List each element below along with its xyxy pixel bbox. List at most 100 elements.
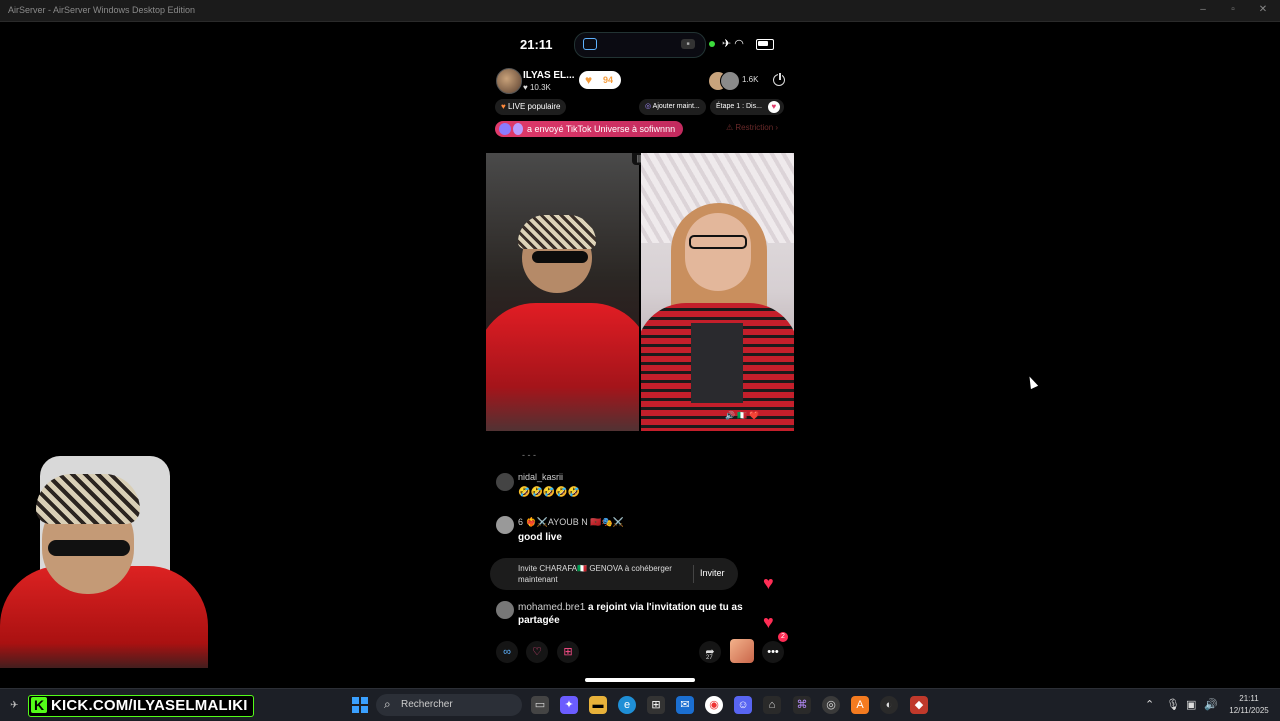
widget-icon[interactable]: ✈ bbox=[10, 700, 18, 711]
notification-badge: 2 bbox=[778, 632, 788, 642]
maximize-icon[interactable]: ▫ bbox=[1226, 3, 1240, 17]
media-app-icon[interactable]: ⌂ bbox=[763, 696, 781, 714]
minimize-icon[interactable]: – bbox=[1196, 3, 1210, 17]
invite-text: Invite CHARAFA🇮🇹 GENOVA à cohéberger mai… bbox=[518, 564, 672, 584]
add-now-label: Ajouter maint... bbox=[652, 103, 700, 110]
mouse-cursor-icon bbox=[1025, 374, 1039, 390]
viewers-group[interactable]: 1.6K bbox=[708, 71, 764, 91]
start-button[interactable] bbox=[352, 697, 368, 713]
floating-heart-icon: ♥ bbox=[763, 612, 774, 632]
streamer-hair bbox=[36, 474, 140, 524]
commenter-avatar[interactable] bbox=[496, 473, 514, 491]
phone-screen: 21:11 ■ ✈ ◠ ILYAS EL... ♥ 10.3K ♥ 94 1.6… bbox=[486, 22, 794, 688]
host-name[interactable]: ILYAS EL... bbox=[523, 70, 575, 81]
host-sunglasses bbox=[532, 251, 588, 263]
comment-username[interactable]: nidal_kasrii bbox=[518, 472, 563, 482]
cohost-icon[interactable]: ♡ bbox=[526, 641, 548, 663]
screen-mirror-icon bbox=[583, 38, 597, 50]
close-icon[interactable]: ✕ bbox=[1256, 3, 1270, 17]
window-title: AirServer - AirServer Windows Desktop Ed… bbox=[8, 5, 196, 15]
webcam-overlay bbox=[0, 456, 208, 668]
comment-message: 🤣🤣🤣🤣🤣 bbox=[518, 487, 581, 498]
task-view-icon[interactable]: ▭ bbox=[531, 696, 549, 714]
guest-top bbox=[691, 323, 743, 403]
gift-banner-text: a envoyé TikTok Universe à sofiwnnn bbox=[527, 124, 676, 134]
guest-face bbox=[685, 213, 751, 291]
streamlabs-icon[interactable]: A bbox=[851, 696, 869, 714]
fire-heart-icon: ♥ bbox=[501, 102, 506, 111]
app-icon[interactable]: ◐ bbox=[880, 696, 898, 714]
restriction-link[interactable]: ⚠ Restriction › bbox=[726, 123, 778, 132]
kick-logo-icon: K bbox=[31, 697, 47, 713]
windows-taskbar: ✈ K KICK.COM/ILYASELMALIKI ⌕ Rechercher … bbox=[0, 688, 1280, 721]
apps-grid-icon[interactable]: ⊞ bbox=[557, 641, 579, 663]
store-icon[interactable]: ⊞ bbox=[647, 696, 665, 714]
step-label: Étape 1 : Dis... bbox=[716, 103, 762, 110]
link-icon[interactable]: ∞ bbox=[496, 641, 518, 663]
join-username[interactable]: mohamed.bre1 bbox=[518, 602, 585, 613]
dynamic-island[interactable]: ■ bbox=[574, 32, 706, 58]
follow-count: 94 bbox=[603, 75, 614, 85]
edge-icon[interactable]: e bbox=[618, 696, 636, 714]
home-indicator[interactable] bbox=[585, 678, 695, 682]
comment-message: good live bbox=[518, 532, 562, 543]
kick-url: KICK.COM/ILYASELMALIKI bbox=[51, 697, 248, 714]
gift-icon: ♥ bbox=[767, 101, 780, 113]
end-live-icon[interactable] bbox=[773, 72, 785, 86]
kick-banner: K KICK.COM/ILYASELMALIKI bbox=[28, 695, 254, 717]
microphone-icon[interactable]: 🎙 bbox=[1166, 698, 1180, 711]
more-icon[interactable]: ••• bbox=[762, 641, 784, 663]
share-count: 27 bbox=[706, 655, 713, 661]
live-popular-pill[interactable]: ♥ LIVE populaire bbox=[495, 99, 567, 115]
volume-icon[interactable]: 🔊 bbox=[1204, 698, 1218, 711]
battery-icon bbox=[756, 39, 774, 50]
airplane-wifi-icon: ✈ ◠ bbox=[722, 38, 744, 50]
invite-button[interactable]: Inviter bbox=[700, 568, 725, 578]
status-time: 21:11 bbox=[520, 37, 553, 52]
comment-username[interactable]: 6 ❤️‍🔥⚔️AYOUB N 🇲🇦🎭⚔️ bbox=[518, 517, 624, 528]
camera-active-dot-icon bbox=[709, 41, 715, 47]
copilot-icon[interactable]: ✦ bbox=[560, 696, 578, 714]
taskbar-search[interactable]: ⌕ Rechercher bbox=[376, 694, 522, 716]
clock-date: 12/11/2025 bbox=[1229, 706, 1269, 715]
mail-icon[interactable]: ✉ bbox=[676, 696, 694, 714]
streamer-sunglasses bbox=[48, 540, 130, 556]
gifter-avatar bbox=[499, 123, 511, 135]
host-avatar[interactable] bbox=[496, 68, 522, 94]
gamepad-icon[interactable]: ⌘ bbox=[793, 696, 811, 714]
live-popular-label: LIVE populaire bbox=[507, 102, 561, 111]
airserver-icon[interactable]: ◆ bbox=[910, 696, 928, 714]
guest-mute-flag-icon[interactable]: 🔊 🇮🇹 ❤️ bbox=[725, 411, 759, 420]
discord-icon[interactable]: ☺ bbox=[734, 696, 752, 714]
search-icon: ⌕ bbox=[384, 697, 391, 711]
clock-time: 21:11 bbox=[1239, 694, 1259, 703]
camera-indicator-icon: ■ bbox=[681, 39, 695, 49]
taskbar-clock[interactable]: 21:11 12/11/2025 bbox=[1224, 693, 1274, 717]
commenter-avatar[interactable] bbox=[496, 601, 514, 619]
heart-icon: ♥ bbox=[585, 73, 593, 87]
tray-chevron-icon[interactable]: ⌃ bbox=[1145, 698, 1154, 711]
gift-banner[interactable]: a envoyé TikTok Universe à sofiwnnn bbox=[495, 121, 684, 137]
file-explorer-icon[interactable]: ▬ bbox=[589, 696, 607, 714]
join-message: mohamed.bre1 a rejoint via l'invitation … bbox=[518, 601, 748, 627]
guest-video[interactable]: 🔊 🇮🇹 ❤️ bbox=[641, 153, 794, 431]
step-pill[interactable]: Étape 1 : Dis... ♥ bbox=[710, 99, 784, 115]
network-icon[interactable]: ▣ bbox=[1186, 698, 1196, 711]
add-icon: ◎ bbox=[645, 103, 652, 110]
gift-box-icon[interactable] bbox=[730, 639, 754, 663]
host-likes-value: 10.3K bbox=[529, 83, 551, 92]
add-now-pill[interactable]: ◎ Ajouter maint... bbox=[639, 99, 706, 115]
commenter-avatar[interactable] bbox=[496, 516, 514, 534]
guest-glasses bbox=[689, 235, 747, 249]
chrome-icon[interactable]: ◉ bbox=[705, 696, 723, 714]
window-titlebar: AirServer - AirServer Windows Desktop Ed… bbox=[0, 0, 1280, 22]
follow-heart-button[interactable]: ♥ 94 bbox=[579, 71, 621, 89]
host-likes: ♥ 10.3K bbox=[523, 83, 551, 92]
restriction-label: Restriction bbox=[735, 123, 774, 132]
host-jacket bbox=[486, 303, 639, 431]
obs-icon[interactable]: ◎ bbox=[822, 696, 840, 714]
loading-dots: - - - bbox=[522, 450, 536, 460]
host-video[interactable] bbox=[486, 153, 639, 431]
floating-heart-icon: ♥ bbox=[763, 573, 774, 593]
host-hair bbox=[518, 215, 596, 249]
